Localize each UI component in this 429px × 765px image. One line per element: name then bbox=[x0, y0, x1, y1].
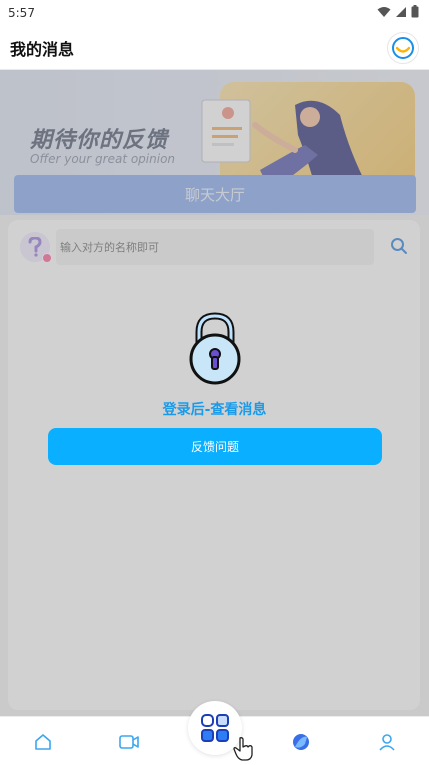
app-logo-button[interactable] bbox=[387, 32, 419, 64]
login-prompt-text: 登录后-查看消息 bbox=[162, 402, 267, 418]
nav-planet[interactable] bbox=[290, 731, 312, 753]
smile-logo-icon bbox=[392, 37, 414, 59]
nav-home[interactable] bbox=[32, 731, 54, 753]
feedback-button[interactable]: 反馈问题 bbox=[48, 428, 382, 465]
status-time: 5:57 bbox=[8, 6, 35, 20]
app-header: 我的消息 bbox=[0, 26, 429, 70]
nav-video[interactable] bbox=[118, 731, 140, 753]
login-overlay bbox=[0, 70, 429, 716]
signal-icon bbox=[396, 6, 406, 17]
planet-icon bbox=[293, 734, 309, 750]
battery-icon bbox=[411, 5, 419, 18]
status-bar: 5:57 bbox=[0, 0, 429, 26]
lock-icon bbox=[189, 312, 241, 385]
wifi-icon bbox=[377, 6, 391, 17]
nav-profile[interactable] bbox=[376, 731, 398, 753]
profile-icon bbox=[379, 734, 395, 751]
tap-hand-icon bbox=[233, 737, 253, 761]
status-icons bbox=[377, 5, 419, 18]
video-icon bbox=[119, 735, 139, 749]
page-title: 我的消息 bbox=[10, 39, 75, 59]
apps-icon bbox=[201, 714, 229, 742]
home-icon bbox=[35, 734, 51, 750]
